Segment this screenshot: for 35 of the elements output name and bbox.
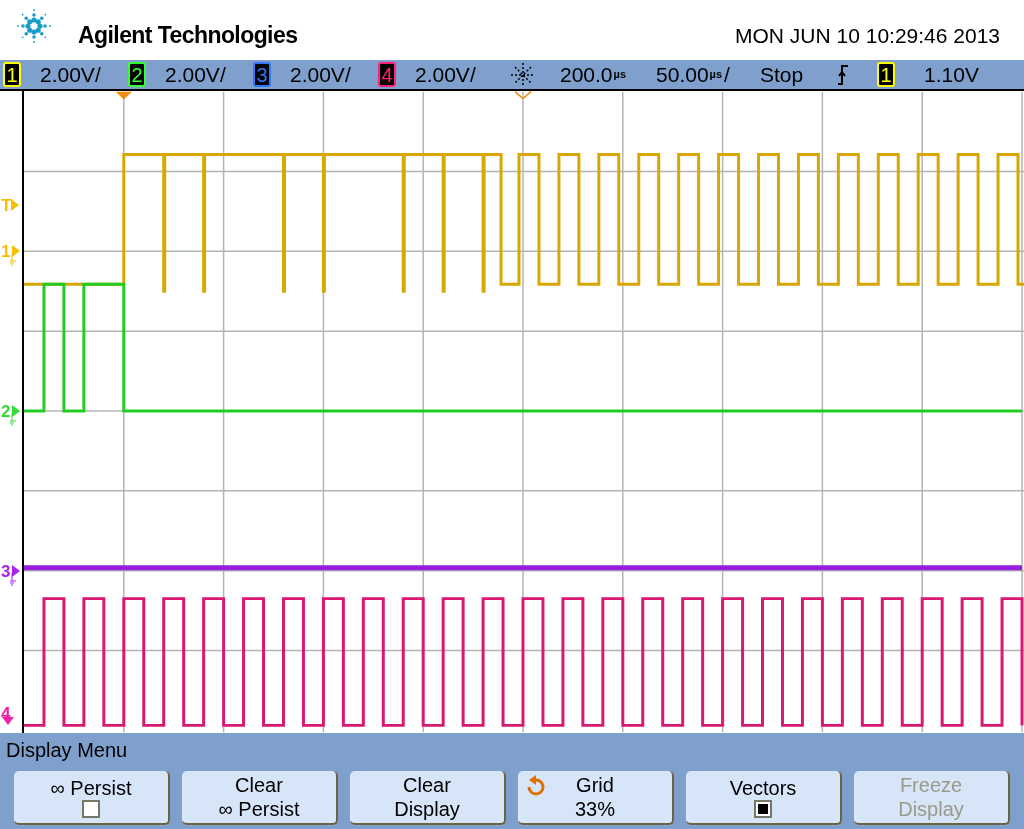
run-state: Stop [759, 61, 804, 88]
softkey-button[interactable]: Clear Display [350, 771, 506, 825]
volts-per-div: 2.00V/ [40, 61, 101, 88]
softkey-button[interactable]: ∞ Persist [14, 771, 170, 825]
timebase-suffix: / [724, 61, 730, 88]
down-arrow-icon [2, 717, 15, 725]
softkey-button[interactable]: Vectors [686, 771, 842, 825]
ground-arrow-icon [10, 565, 21, 587]
trigger-level: 1.10V [924, 61, 979, 88]
ground-arrow-icon [10, 405, 21, 427]
volts-per-div: 2.00V/ [290, 61, 351, 88]
channel-badge: 4 [378, 62, 396, 87]
channel-badge: 1 [3, 62, 21, 87]
menu-title: Display Menu [6, 738, 129, 763]
ground-arrow-icon [10, 245, 21, 267]
channel-marker-label: 1 [1, 243, 11, 260]
time-offset: 200.0 [560, 61, 613, 88]
softkey-button[interactable]: Clear ∞ Persist [182, 771, 338, 825]
timebase: 50.00 [656, 61, 709, 88]
brand-title: Agilent Technologies [78, 21, 298, 50]
channel-badge: 2 [128, 62, 146, 87]
channel-marker-label: 2 [1, 403, 11, 420]
channel-badge: 3 [253, 62, 271, 87]
checkbox[interactable] [754, 800, 772, 818]
trigger-arrow-icon [11, 199, 20, 211]
datetime: MON JUN 10 10:29:46 2013 [735, 23, 1000, 49]
volts-per-div: 2.00V/ [415, 61, 476, 88]
volts-per-div: 2.00V/ [165, 61, 226, 88]
channel-marker-label: 3 [1, 563, 11, 580]
channel-badge: 1 [877, 62, 896, 88]
time-unit: µs [709, 69, 723, 80]
checkbox[interactable] [82, 800, 100, 818]
time-unit: µs [613, 69, 627, 80]
starburst-logo-icon [14, 6, 54, 46]
softkey-button[interactable]: Grid 33% [518, 771, 674, 825]
